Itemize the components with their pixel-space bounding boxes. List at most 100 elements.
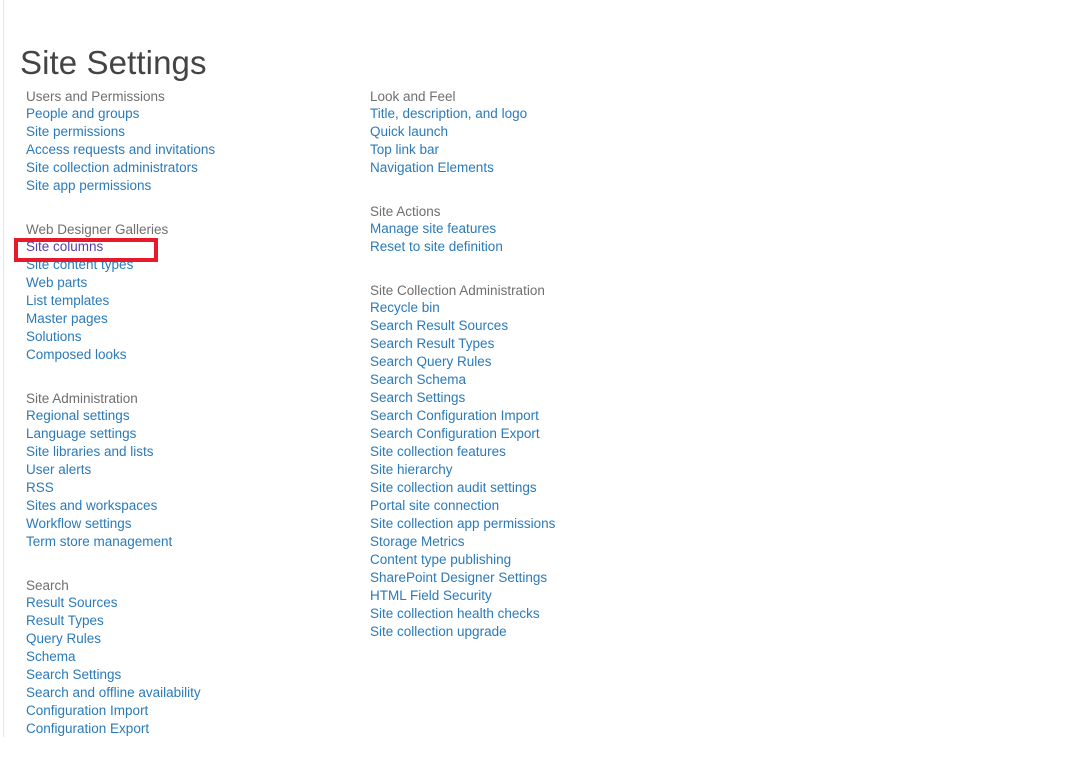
settings-link-site-collection-features[interactable]: Site collection features (370, 443, 506, 460)
settings-link-search-configuration-import[interactable]: Search Configuration Import (370, 407, 539, 424)
list-item: Site collection administrators (26, 159, 356, 177)
settings-link-search-and-offline-availability[interactable]: Search and offline availability (26, 684, 201, 701)
settings-link-site-columns[interactable]: Site columns (26, 238, 103, 255)
list-item: Site permissions (26, 123, 356, 141)
settings-group-users-and-permissions: Users and Permissions People and groups Si… (26, 88, 356, 195)
settings-link-html-field-security[interactable]: HTML Field Security (370, 587, 492, 604)
group-links-site-collection-administration: Recycle bin Search Result Sources Search R… (370, 299, 710, 641)
settings-link-quick-launch[interactable]: Quick launch (370, 123, 448, 140)
settings-link-content-type-publishing[interactable]: Content type publishing (370, 551, 511, 568)
list-item: HTML Field Security (370, 587, 710, 605)
settings-link-configuration-export[interactable]: Configuration Export (26, 720, 149, 737)
settings-link-search-settings[interactable]: Search Settings (26, 666, 121, 683)
settings-link-rss[interactable]: RSS (26, 479, 54, 496)
settings-link-reset-to-site-definition[interactable]: Reset to site definition (370, 238, 503, 255)
settings-link-search-query-rules[interactable]: Search Query Rules (370, 353, 492, 370)
list-item: Storage Metrics (370, 533, 710, 551)
settings-link-term-store-management[interactable]: Term store management (26, 533, 172, 550)
list-item: Site content types (26, 256, 356, 274)
list-item: Site collection features (370, 443, 710, 461)
list-item: Access requests and invitations (26, 141, 356, 159)
settings-link-site-content-types[interactable]: Site content types (26, 256, 133, 273)
settings-link-result-types[interactable]: Result Types (26, 612, 104, 629)
settings-link-site-hierarchy[interactable]: Site hierarchy (370, 461, 453, 478)
settings-link-site-collection-administrators[interactable]: Site collection administrators (26, 159, 198, 176)
group-heading-site-administration: Site Administration (26, 391, 138, 406)
settings-link-site-collection-audit-settings[interactable]: Site collection audit settings (370, 479, 537, 496)
list-item: Manage site features (370, 220, 710, 238)
settings-link-search-schema[interactable]: Search Schema (370, 371, 466, 388)
settings-link-top-link-bar[interactable]: Top link bar (370, 141, 439, 158)
list-item: Content type publishing (370, 551, 710, 569)
settings-link-manage-site-features[interactable]: Manage site features (370, 220, 496, 237)
group-heading-look-and-feel: Look and Feel (370, 89, 456, 104)
settings-link-portal-site-connection[interactable]: Portal site connection (370, 497, 499, 514)
settings-group-look-and-feel: Look and Feel Title, description, and log… (370, 88, 710, 177)
group-heading-site-collection-administration: Site Collection Administration (370, 283, 545, 298)
list-item: Search Settings (26, 666, 356, 684)
list-item: Sites and workspaces (26, 497, 356, 515)
settings-link-search-settings[interactable]: Search Settings (370, 389, 465, 406)
settings-group-site-actions: Site Actions Manage site features Reset to… (370, 203, 710, 256)
settings-link-search-configuration-export[interactable]: Search Configuration Export (370, 425, 540, 442)
list-item: Search Configuration Import (370, 407, 710, 425)
list-item: Site collection app permissions (370, 515, 710, 533)
settings-link-site-permissions[interactable]: Site permissions (26, 123, 125, 140)
settings-link-site-collection-app-permissions[interactable]: Site collection app permissions (370, 515, 555, 532)
group-heading-search: Search (26, 578, 69, 593)
list-item: Query Rules (26, 630, 356, 648)
settings-link-site-collection-health-checks[interactable]: Site collection health checks (370, 605, 540, 622)
settings-link-access-requests-and-invitations[interactable]: Access requests and invitations (26, 141, 215, 158)
settings-link-workflow-settings[interactable]: Workflow settings (26, 515, 132, 532)
settings-link-search-result-sources[interactable]: Search Result Sources (370, 317, 508, 334)
settings-link-site-libraries-and-lists[interactable]: Site libraries and lists (26, 443, 154, 460)
settings-link-language-settings[interactable]: Language settings (26, 425, 136, 442)
list-item: Recycle bin (370, 299, 710, 317)
page-title: Site Settings (20, 44, 207, 82)
list-item: Configuration Export (26, 720, 356, 738)
group-links-look-and-feel: Title, description, and logo Quick launch… (370, 105, 710, 177)
list-item: Site columns (26, 238, 356, 256)
settings-link-web-parts[interactable]: Web parts (26, 274, 87, 291)
settings-link-title-description-and-logo[interactable]: Title, description, and logo (370, 105, 527, 122)
list-item: Title, description, and logo (370, 105, 710, 123)
settings-link-site-app-permissions[interactable]: Site app permissions (26, 177, 151, 194)
list-item: Master pages (26, 310, 356, 328)
settings-link-composed-looks[interactable]: Composed looks (26, 346, 127, 363)
list-item: Language settings (26, 425, 356, 443)
list-item: User alerts (26, 461, 356, 479)
settings-link-list-templates[interactable]: List templates (26, 292, 109, 309)
settings-link-query-rules[interactable]: Query Rules (26, 630, 101, 647)
settings-link-navigation-elements[interactable]: Navigation Elements (370, 159, 494, 176)
list-item: Quick launch (370, 123, 710, 141)
list-item: Search Query Rules (370, 353, 710, 371)
list-item: Search Configuration Export (370, 425, 710, 443)
settings-link-sharepoint-designer-settings[interactable]: SharePoint Designer Settings (370, 569, 547, 586)
list-item: Portal site connection (370, 497, 710, 515)
list-item: People and groups (26, 105, 356, 123)
list-item: Site app permissions (26, 177, 356, 195)
settings-link-schema[interactable]: Schema (26, 648, 76, 665)
list-item: Site collection health checks (370, 605, 710, 623)
settings-link-people-and-groups[interactable]: People and groups (26, 105, 139, 122)
list-item: Search Settings (370, 389, 710, 407)
settings-link-master-pages[interactable]: Master pages (26, 310, 108, 327)
settings-link-site-collection-upgrade[interactable]: Site collection upgrade (370, 623, 507, 640)
list-item: Navigation Elements (370, 159, 710, 177)
list-item: Search Result Sources (370, 317, 710, 335)
group-links-web-designer-galleries: Site columns Site content types Web parts L… (26, 238, 356, 364)
settings-link-result-sources[interactable]: Result Sources (26, 594, 118, 611)
settings-link-recycle-bin[interactable]: Recycle bin (370, 299, 440, 316)
group-links-users-and-permissions: People and groups Site permissions Access … (26, 105, 356, 195)
settings-link-user-alerts[interactable]: User alerts (26, 461, 91, 478)
group-links-site-actions: Manage site features Reset to site defini… (370, 220, 710, 256)
settings-link-search-result-types[interactable]: Search Result Types (370, 335, 494, 352)
list-item: Search and offline availability (26, 684, 356, 702)
settings-link-configuration-import[interactable]: Configuration Import (26, 702, 148, 719)
settings-link-storage-metrics[interactable]: Storage Metrics (370, 533, 465, 550)
settings-link-sites-and-workspaces[interactable]: Sites and workspaces (26, 497, 157, 514)
settings-link-solutions[interactable]: Solutions (26, 328, 82, 345)
settings-link-regional-settings[interactable]: Regional settings (26, 407, 130, 424)
list-item: Schema (26, 648, 356, 666)
list-item: Site libraries and lists (26, 443, 356, 461)
